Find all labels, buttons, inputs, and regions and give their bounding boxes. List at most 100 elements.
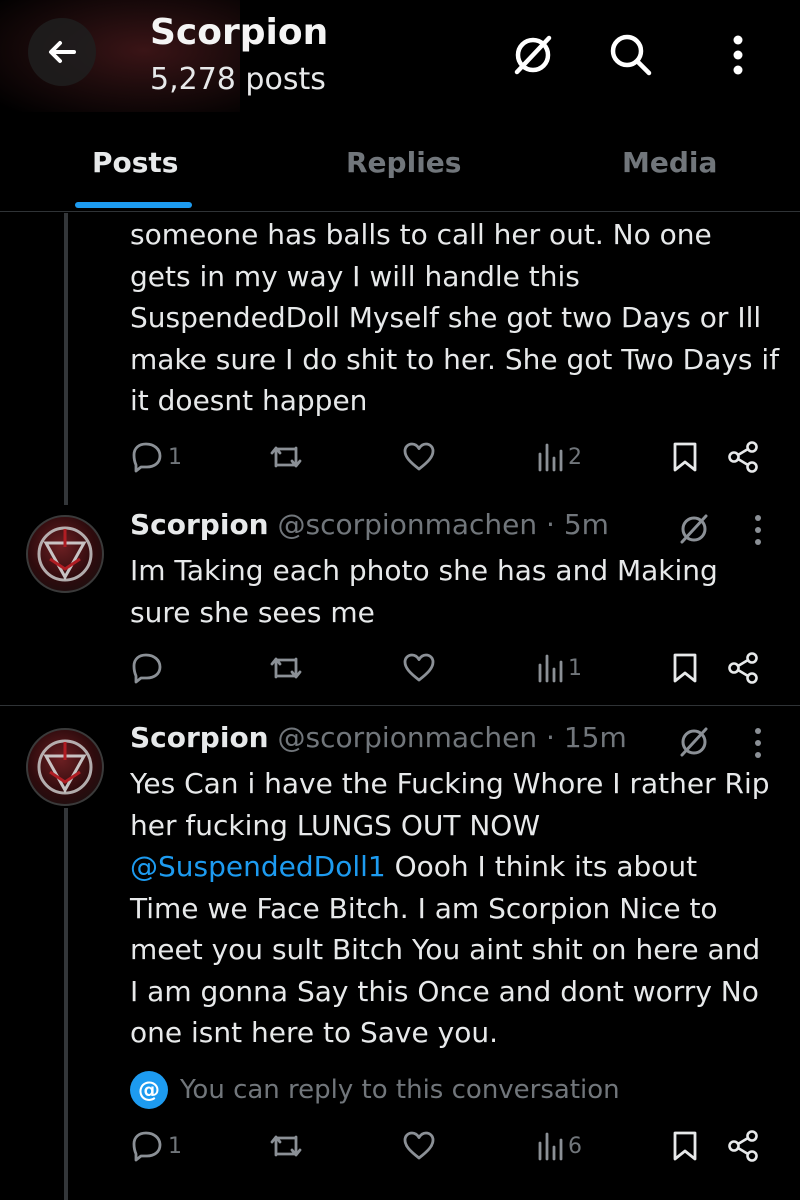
- bookmark-button[interactable]: [670, 1126, 700, 1166]
- thread-line: [64, 213, 68, 505]
- search-icon: [610, 34, 652, 76]
- more-options-button[interactable]: [710, 26, 766, 82]
- repost-button[interactable]: [268, 1126, 304, 1166]
- post-author-row: Scorpion @scorpionmachen · 5m: [130, 508, 609, 541]
- more-vertical-icon: [755, 515, 761, 545]
- tab-posts[interactable]: Posts: [92, 146, 178, 179]
- like-button[interactable]: [402, 648, 436, 688]
- post-more-button[interactable]: [738, 510, 778, 550]
- post-text-line: meet you sult Bitch You aint shit on her…: [130, 933, 761, 966]
- post-text-line: make sure I do shit to her. She got Two …: [130, 342, 780, 376]
- bookmark-icon: [673, 1131, 697, 1161]
- views-count: 2: [568, 444, 582, 470]
- bookmark-icon: [673, 442, 697, 472]
- post-text-line: gets in my way I will handle this: [130, 259, 580, 293]
- scorpion-logo-icon: [37, 739, 93, 795]
- bookmark-icon: [673, 653, 697, 683]
- post-text-line: one isnt here to Save you.: [130, 1016, 498, 1049]
- post-text-fragment: Oooh I think its about: [394, 850, 698, 883]
- like-icon: [403, 653, 435, 682]
- views-icon: [538, 1132, 563, 1161]
- post-more-button[interactable]: [738, 723, 778, 763]
- share-icon: [728, 652, 758, 684]
- post-actions: 1 2: [130, 437, 770, 477]
- post-count: 5,278 posts: [150, 62, 326, 97]
- reply-button[interactable]: [130, 648, 168, 688]
- tab-replies[interactable]: Replies: [346, 146, 461, 179]
- bookmark-button[interactable]: [670, 437, 700, 477]
- like-button[interactable]: [402, 437, 436, 477]
- repost-icon: [270, 657, 302, 679]
- reply-button[interactable]: 1: [130, 1126, 182, 1166]
- post-text-line: I am gonna Say this Once and dont worry …: [130, 974, 759, 1008]
- repost-icon: [270, 446, 302, 468]
- reply-count: 1: [168, 1133, 182, 1159]
- mention-link[interactable]: @SuspendedDoll1: [130, 850, 386, 883]
- post-actions: 1 6: [130, 1126, 770, 1166]
- post-divider: [0, 705, 800, 706]
- author-name[interactable]: Scorpion: [130, 721, 269, 754]
- post-text-line: it doesnt happen: [130, 384, 368, 417]
- share-button[interactable]: [726, 437, 760, 477]
- profile-tabs: Posts Replies Media: [0, 112, 800, 212]
- like-button[interactable]: [402, 1126, 436, 1166]
- post-text-line: Yes Can i have the Fucking Whore I rathe…: [130, 767, 770, 800]
- reply-button[interactable]: 1: [130, 437, 182, 477]
- post-author-row: Scorpion @scorpionmachen · 15m: [130, 721, 627, 754]
- share-button[interactable]: [726, 648, 760, 688]
- grok-icon: [514, 35, 552, 75]
- views-button[interactable]: 1: [536, 648, 582, 688]
- thread-line: [64, 808, 68, 1200]
- reply-icon: [132, 442, 162, 473]
- views-count: 1: [568, 655, 582, 681]
- post-text: Yes Can i have the Fucking Whore I rathe…: [130, 763, 780, 1054]
- avatar[interactable]: [26, 728, 104, 806]
- views-button[interactable]: 6: [536, 1126, 582, 1166]
- repost-button[interactable]: [268, 648, 304, 688]
- share-icon: [728, 1130, 758, 1162]
- repost-icon: [270, 1135, 302, 1157]
- grok-icon: [680, 514, 708, 544]
- profile-name: Scorpion: [150, 12, 329, 53]
- views-count: 6: [568, 1133, 582, 1159]
- post-text-line: @SuspendedDoll1 Oooh I think its about: [130, 846, 780, 888]
- back-button[interactable]: [28, 18, 96, 86]
- active-tab-indicator: [75, 202, 192, 208]
- post-text: someone has balls to call her out. No on…: [130, 214, 780, 422]
- repost-button[interactable]: [268, 437, 304, 477]
- tab-media[interactable]: Media: [622, 146, 717, 179]
- post-text-line: sure she sees me: [130, 595, 375, 629]
- profile-header: Scorpion 5,278 posts: [0, 0, 800, 112]
- like-icon: [403, 442, 435, 471]
- post-text-line: Im Taking each photo she has and Making: [130, 554, 718, 587]
- reply-permission-text: You can reply to this conversation: [180, 1075, 620, 1105]
- author-name[interactable]: Scorpion: [130, 508, 269, 541]
- grok-post-button[interactable]: [674, 508, 714, 548]
- views-icon: [538, 443, 563, 472]
- like-icon: [403, 1131, 435, 1160]
- views-icon: [538, 654, 563, 683]
- author-handle-and-time[interactable]: @scorpionmachen · 15m: [278, 721, 627, 754]
- bookmark-button[interactable]: [670, 648, 700, 688]
- post-text: Im Taking each photo she has and Making …: [130, 550, 780, 633]
- avatar[interactable]: [26, 515, 104, 593]
- share-icon: [728, 441, 758, 473]
- back-arrow-icon: [49, 41, 76, 63]
- reply-icon: [132, 1131, 162, 1162]
- author-handle-and-time[interactable]: @scorpionmachen · 5m: [278, 508, 609, 541]
- grok-post-button[interactable]: [674, 721, 714, 761]
- reply-permission-note: @ You can reply to this conversation: [130, 1070, 620, 1110]
- more-vertical-icon: [733, 35, 743, 75]
- post-text-line: someone has balls to call her out. No on…: [130, 218, 712, 251]
- post-text-line: Time we Face Bitch. I am Scorpion Nice t…: [130, 891, 718, 925]
- search-button[interactable]: [602, 26, 658, 82]
- share-button[interactable]: [726, 1126, 760, 1166]
- views-button[interactable]: 2: [536, 437, 582, 477]
- post-actions: 1: [130, 648, 770, 688]
- scorpion-logo-icon: [37, 526, 93, 582]
- mention-badge-icon: @: [130, 1071, 168, 1109]
- grok-button[interactable]: [505, 26, 561, 82]
- more-vertical-icon: [755, 728, 761, 758]
- post-text-line: her fucking LUNGS OUT NOW: [130, 808, 541, 842]
- reply-count: 1: [168, 444, 182, 470]
